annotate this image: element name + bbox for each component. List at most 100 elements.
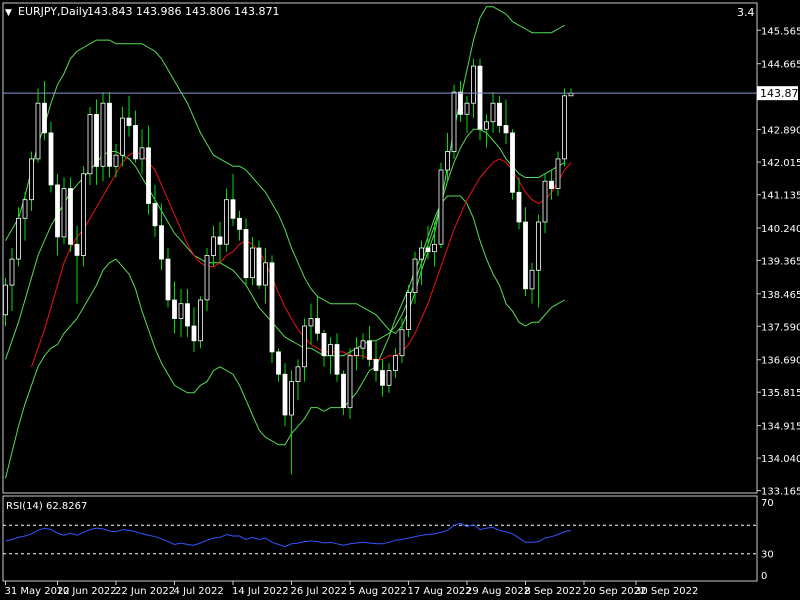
candle	[406, 285, 411, 338]
rsi-tick-label: 70	[761, 498, 774, 509]
candle-body-bear	[133, 125, 138, 160]
candle	[510, 129, 515, 200]
candle-body-bear	[516, 191, 522, 223]
candle-body-bear	[477, 65, 483, 130]
price-tick-label: 140.240	[761, 224, 800, 235]
candle-body-bear	[334, 344, 340, 375]
candle-body-bull	[386, 370, 392, 386]
candle-body-bull	[113, 154, 119, 167]
candle-body-bull	[438, 169, 444, 245]
time-tick-label: 29 Aug 2022	[466, 586, 530, 597]
candle-body-bear	[94, 114, 99, 167]
price-tick-label: 141.135	[761, 191, 800, 202]
corner-value: 3.4	[737, 6, 755, 19]
candle-body-bull	[29, 158, 34, 201]
candle-body-bear	[217, 236, 223, 245]
candle-body-bull	[295, 366, 301, 382]
candle-body-bear	[425, 247, 431, 253]
candle-body-bull	[484, 121, 489, 130]
candle-body-bear	[172, 299, 177, 320]
time-tick-label: 4 Jul 2022	[174, 586, 224, 597]
candle	[269, 255, 275, 364]
price-tick-label: 133.165	[761, 487, 800, 498]
candle-body-bear	[321, 332, 327, 357]
candle	[256, 240, 262, 289]
candle-body-bear	[191, 325, 197, 342]
candle-body-bear	[497, 102, 502, 126]
candle-body-bull	[22, 199, 28, 219]
candle-body-bear	[237, 217, 242, 230]
time-tick-label: 26 Jul 2022	[291, 586, 348, 597]
candle-body-bear	[48, 132, 54, 186]
candle-body-bull	[562, 95, 567, 160]
candle-body-bull	[308, 318, 314, 327]
candle-body-bull	[263, 262, 268, 286]
candle-body-bear	[42, 102, 47, 134]
ohlc-values: 143.843 143.986 143.806 143.871	[87, 5, 279, 18]
candle-body-bull	[302, 325, 307, 368]
candle-body-bull	[328, 344, 333, 357]
candle	[477, 58, 483, 141]
time-tick-label: 5 Aug 2022	[349, 586, 407, 597]
candle-body-bull	[61, 188, 67, 238]
candle-body-bear	[185, 303, 190, 327]
candle-body-bear	[503, 125, 509, 134]
time-tick-label: 17 Aug 2022	[408, 586, 472, 597]
time-tick-label: 8 Sep 2022	[525, 586, 582, 597]
candle-body-bull	[471, 65, 476, 104]
rsi-title: RSI(14) 62.8267	[6, 501, 87, 512]
candle	[438, 162, 444, 248]
candle	[562, 88, 567, 167]
candle	[198, 296, 203, 349]
candle-body-bull	[555, 158, 561, 189]
candle-body-bull	[464, 102, 470, 115]
symbol-menu-arrow-icon[interactable]: ▼	[5, 8, 12, 18]
rsi-tick-label: 0	[761, 571, 767, 582]
candle-body-bull	[250, 247, 255, 279]
time-tick-label: 10 Jun 2022	[57, 586, 117, 597]
candle-body-bull	[81, 173, 86, 256]
candle-body-bull	[120, 117, 125, 156]
price-tick-label: 136.690	[761, 356, 800, 367]
candle-body-bear	[269, 262, 275, 353]
candle-body-bull	[490, 102, 496, 123]
candle-body-bull	[406, 292, 411, 330]
candle-body-bear	[549, 180, 554, 189]
candle-body-bull	[9, 258, 15, 286]
time-tick-label: 30 Sep 2022	[635, 586, 698, 597]
candle-body-bear	[126, 117, 132, 126]
candle-body-bear	[159, 225, 164, 260]
time-tick-label: 22 Jun 2022	[115, 586, 175, 597]
candle	[451, 84, 457, 159]
candle-body-bear	[510, 132, 515, 193]
candle-body-bear	[276, 351, 281, 375]
candle-body-bear	[230, 199, 236, 219]
candle-body-bull	[87, 114, 93, 175]
candle-body-bull	[412, 258, 418, 293]
price-tick-label: 145.565	[761, 26, 800, 37]
candle-body-bear	[341, 373, 346, 409]
current-price-label: 143.871	[760, 87, 800, 100]
candle	[68, 177, 73, 252]
price-tick-label: 142.015	[761, 158, 800, 169]
candle-body-bull	[399, 329, 405, 357]
candle-body-bear	[107, 102, 112, 167]
price-tick-label: 142.890	[761, 126, 800, 137]
candle-body-bull	[347, 355, 353, 409]
candle	[87, 106, 93, 185]
candle-body-bull	[354, 347, 359, 357]
candle-body-bull	[360, 340, 366, 349]
rsi-tick-label: 30	[761, 550, 774, 561]
candle-body-bull	[451, 91, 457, 152]
candle	[107, 92, 112, 178]
price-tick-label: 139.365	[761, 256, 800, 267]
candle-body-bear	[165, 258, 171, 301]
candle-body-bull	[432, 243, 437, 253]
candle-body-bear	[373, 358, 379, 371]
chart-background	[0, 0, 800, 600]
candle-body-bear	[152, 203, 158, 227]
candle-body-bear	[523, 221, 528, 290]
candle-body-bear	[243, 228, 249, 279]
candle-body-bull	[35, 102, 41, 160]
candle-body-bear	[55, 184, 60, 238]
